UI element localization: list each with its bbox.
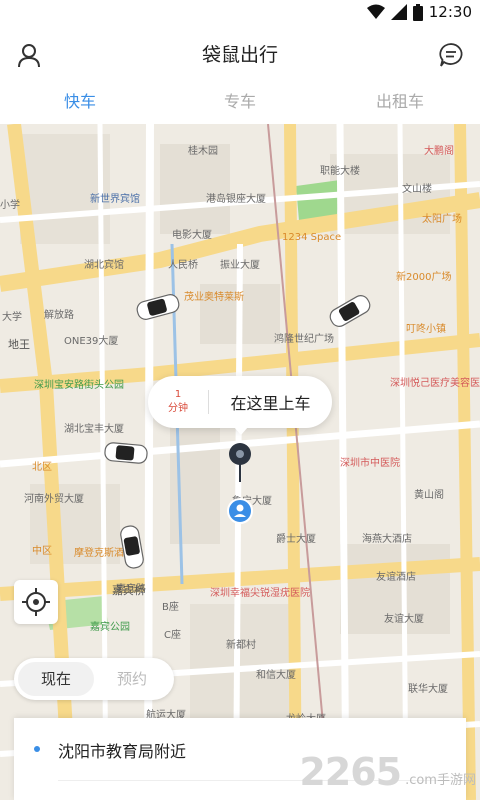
- map-label: 太阳广场: [422, 214, 462, 225]
- car-icon: [104, 442, 148, 464]
- eta-unit: 分钟: [168, 403, 188, 414]
- map-label: 大鹏阁: [424, 146, 454, 157]
- map-label: 深圳市中医院: [340, 458, 400, 469]
- pickup-pin-icon: [229, 443, 251, 482]
- map-label: 解放路: [44, 310, 74, 321]
- locate-me-button[interactable]: [14, 580, 58, 624]
- map-label: 爵士大厦: [276, 534, 316, 545]
- message-icon[interactable]: [438, 42, 464, 68]
- map-label: 嘉宾桥: [112, 584, 145, 597]
- mode-now-button[interactable]: 现在: [18, 662, 94, 696]
- map-label: 友谊大厦: [384, 614, 424, 625]
- map-label: 叮咚小镇: [406, 324, 446, 335]
- map-label: 1234 Space: [282, 232, 342, 243]
- map-label: 友谊酒店: [376, 572, 416, 583]
- map-label: 黄山阁: [414, 490, 444, 501]
- map-label: 港岛银座大厦: [206, 194, 266, 205]
- map-label: 电影大厦: [172, 230, 212, 241]
- map-label: 振业大厦: [220, 260, 260, 271]
- map-label: 湖北宾馆: [84, 260, 124, 271]
- time-mode-toggle: 现在 预约: [14, 658, 174, 700]
- pickup-bubble[interactable]: 1 分钟 在这里上车: [148, 376, 332, 435]
- mode-reserve-button[interactable]: 预约: [94, 662, 170, 696]
- watermark-site-name: 手游网: [436, 773, 476, 788]
- map-label: 联华大厦: [408, 684, 448, 695]
- eta-value: 1: [174, 389, 182, 400]
- current-location-icon: [227, 498, 253, 524]
- watermark-site: .com手游网: [405, 769, 476, 788]
- wifi-icon: [366, 4, 385, 19]
- map-label: 深圳幸福尖锐湿疣医院: [210, 588, 310, 599]
- map-label: 深圳宝安路街头公园: [34, 380, 124, 391]
- map-label: 中区: [32, 546, 52, 557]
- map-label: ONE39大厦: [64, 336, 119, 347]
- ride-type-tabs: 快车 专车 出租车: [0, 82, 480, 124]
- destination-dot-icon: [34, 746, 40, 752]
- watermark-logo: 2265 .com手游网: [299, 750, 476, 794]
- map-label: 海燕大酒店: [362, 534, 412, 545]
- tab-express[interactable]: 快车: [0, 82, 160, 124]
- status-time: 12:30: [428, 3, 472, 21]
- battery-icon: [412, 3, 423, 21]
- tab-premium[interactable]: 专车: [160, 82, 320, 124]
- pickup-text: 在这里上车: [230, 394, 311, 413]
- watermark-suffix: .com: [405, 773, 437, 788]
- map-view[interactable]: 桂木园 职能大楼 大鹏阁 文山楼 新世界宾馆 港岛银座大厦 小学 电影大厦 太阳…: [0, 124, 480, 800]
- page-title: 袋鼠出行: [201, 44, 278, 66]
- map-label: 小学: [0, 200, 20, 211]
- app-header: 袋鼠出行: [0, 26, 480, 82]
- map-label: 鸿隆世纪广场: [274, 334, 334, 345]
- map-label: 新都村: [226, 640, 256, 651]
- map-label: 湖北宝丰大厦: [64, 424, 124, 435]
- map-label: 河南外贸大厦: [24, 494, 84, 505]
- map-label: 人民桥: [168, 260, 198, 271]
- watermark-brand: 2265: [299, 750, 402, 794]
- map-label: 和信大厦: [256, 670, 296, 681]
- map-label: 北区: [32, 462, 52, 473]
- map-label: 大学: [2, 312, 22, 323]
- tab-taxi[interactable]: 出租车: [320, 82, 480, 124]
- map-label: 文山楼: [402, 184, 432, 195]
- map-label: B座: [162, 602, 179, 613]
- map-label: 新2000广场: [396, 272, 452, 283]
- map-label: 嘉宾公园: [90, 622, 130, 633]
- map-label: 深圳悦己医疗美容医院: [390, 378, 480, 389]
- map-label: 桂木园: [188, 146, 218, 157]
- map-label: C座: [164, 630, 181, 641]
- eta-indicator: 1 分钟: [148, 388, 208, 416]
- map-label: 职能大楼: [320, 166, 360, 177]
- crosshair-icon: [22, 588, 50, 616]
- destination-text: 沈阳市教育局附近: [58, 742, 187, 761]
- map-label: 地王: [8, 338, 30, 351]
- map-label: 茂业奥特莱斯: [184, 292, 244, 303]
- signal-icon: [390, 4, 407, 20]
- status-bar: 12:30: [0, 0, 480, 26]
- map-label: 新世界宾馆: [90, 194, 140, 205]
